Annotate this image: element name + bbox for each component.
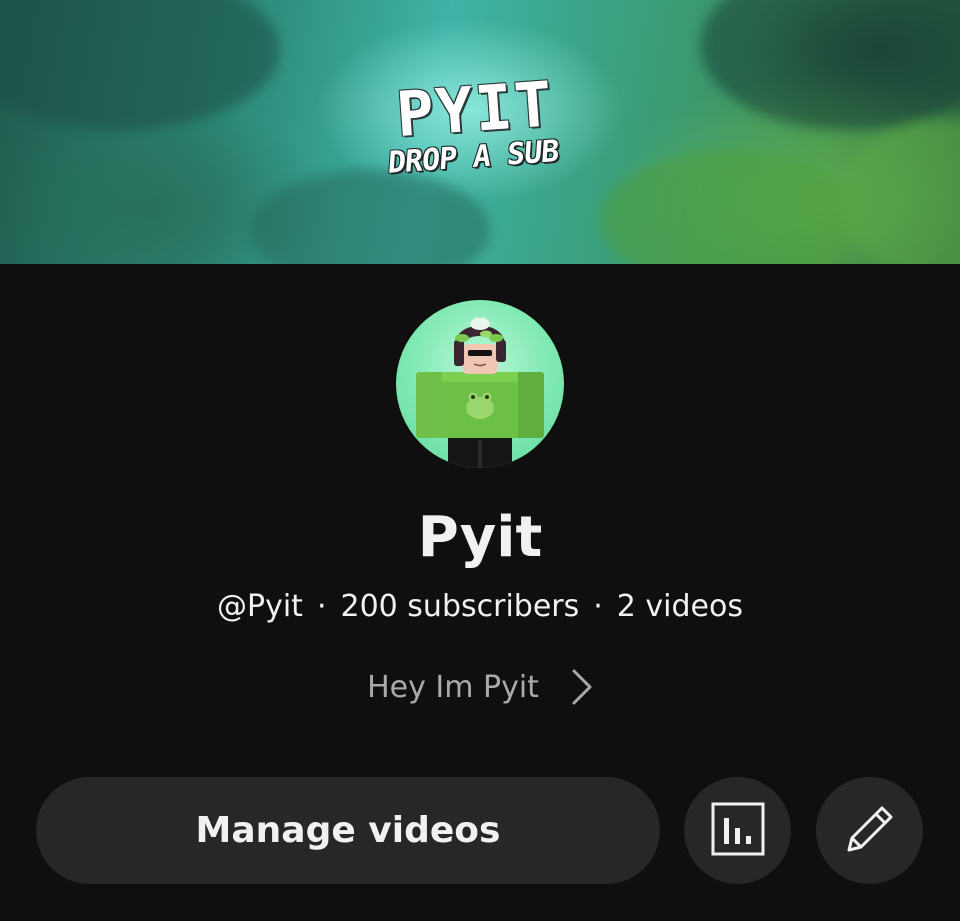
- channel-meta: @Pyit · 200 subscribers · 2 videos: [0, 585, 960, 629]
- meta-separator: ·: [593, 589, 603, 624]
- channel-avatar[interactable]: [396, 300, 564, 468]
- pencil-icon: [841, 800, 899, 862]
- banner-logo-subtitle: DROP A SUB: [386, 133, 560, 181]
- channel-name: Pyit: [417, 505, 543, 570]
- channel-handle: @Pyit: [217, 589, 303, 624]
- channel-page: PYIT DROP A SUB Pyit @Pyit · 200 subscri…: [0, 0, 960, 921]
- meta-separator: ·: [316, 589, 327, 624]
- video-count: 2 videos: [616, 589, 743, 624]
- banner-logo: PYIT DROP A SUB: [376, 67, 593, 195]
- channel-description-link[interactable]: Hey Im Pyit: [0, 664, 960, 710]
- manage-videos-button[interactable]: Manage videos: [36, 777, 660, 884]
- avatar-character-image: [416, 317, 544, 468]
- analytics-button[interactable]: [684, 777, 791, 884]
- channel-description: Hey Im Pyit: [367, 669, 539, 705]
- subscriber-count: 200 subscribers: [340, 589, 580, 624]
- chevron-right-icon: [571, 668, 593, 706]
- edit-channel-button[interactable]: [816, 777, 923, 884]
- manage-videos-label: Manage videos: [195, 810, 501, 851]
- channel-banner: PYIT DROP A SUB: [0, 0, 960, 264]
- analytics-icon: [711, 802, 765, 860]
